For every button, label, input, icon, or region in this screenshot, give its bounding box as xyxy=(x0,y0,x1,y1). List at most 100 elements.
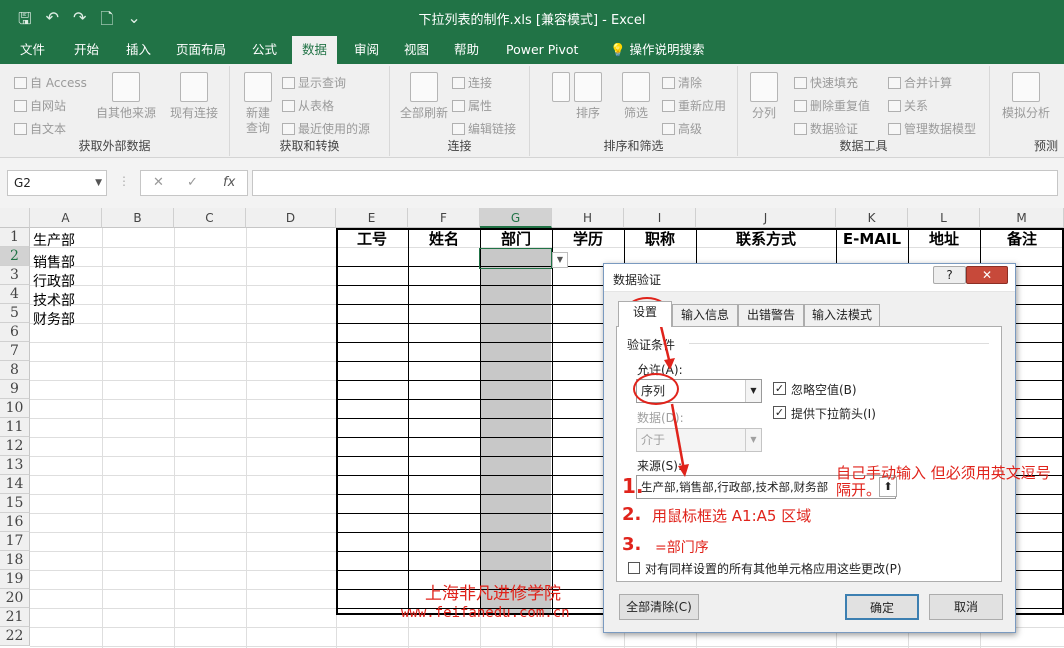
tab-settings[interactable]: 设置 xyxy=(618,301,672,327)
annotation-step3: 3. xyxy=(622,534,642,555)
tab-page-layout[interactable]: 页面布局 xyxy=(166,36,236,64)
active-cell-g2[interactable] xyxy=(479,248,552,269)
from-access-button[interactable]: 自 Access xyxy=(14,74,87,91)
formula-input[interactable] xyxy=(252,170,1058,196)
row-header-5[interactable]: 5 xyxy=(0,304,30,323)
new-query-button[interactable]: 新建 查询 xyxy=(232,72,284,136)
existing-connections-button[interactable]: 现有连接 xyxy=(162,72,226,121)
row-header-3[interactable]: 3 xyxy=(0,266,30,285)
help-button[interactable]: ? xyxy=(933,266,966,284)
column-header-h[interactable]: H xyxy=(552,208,624,228)
ignore-blank-checkbox[interactable]: ✓ xyxy=(773,382,786,395)
ok-button[interactable]: 确定 xyxy=(845,594,919,620)
name-box[interactable]: G2 ▼ xyxy=(7,170,107,196)
enter-icon[interactable]: ✓ xyxy=(187,175,198,190)
column-header-a[interactable]: A xyxy=(30,208,102,228)
row-header-22[interactable]: 22 xyxy=(0,627,30,646)
manage-data-model-button[interactable]: 管理数据模型 xyxy=(888,120,976,137)
consolidate-button[interactable]: 合并计算 xyxy=(888,74,952,91)
row-header-9[interactable]: 9 xyxy=(0,380,30,399)
column-header-j[interactable]: J xyxy=(696,208,836,228)
cell-a4[interactable]: 技术部 xyxy=(33,290,75,310)
cancel-button[interactable]: 取消 xyxy=(929,594,1003,620)
text-to-columns-button[interactable]: 分列 xyxy=(740,72,788,121)
column-header-e[interactable]: E xyxy=(336,208,408,228)
row-header-8[interactable]: 8 xyxy=(0,361,30,380)
edit-links-button[interactable]: 编辑链接 xyxy=(452,120,516,137)
sort-button[interactable]: 排序 xyxy=(568,72,608,121)
row-header-10[interactable]: 10 xyxy=(0,399,30,418)
column-header-d[interactable]: D xyxy=(246,208,336,228)
show-queries-button[interactable]: 显示查询 xyxy=(282,74,346,91)
cell-a3[interactable]: 行政部 xyxy=(33,271,75,291)
tab-file[interactable]: 文件 xyxy=(10,36,55,64)
dropdown-arrow-checkbox[interactable]: ✓ xyxy=(773,406,786,419)
column-header-k[interactable]: K xyxy=(836,208,908,228)
cell-a2[interactable]: 销售部 xyxy=(33,252,75,272)
chevron-down-icon[interactable]: ▼ xyxy=(745,380,761,402)
from-text-button[interactable]: 自文本 xyxy=(14,120,66,137)
tab-formulas[interactable]: 公式 xyxy=(242,36,287,64)
from-table-button[interactable]: 从表格 xyxy=(282,97,334,114)
tab-view[interactable]: 视图 xyxy=(394,36,439,64)
insert-function-icon[interactable]: fx xyxy=(223,175,235,190)
tab-ime-mode[interactable]: 输入法模式 xyxy=(804,304,880,326)
tab-review[interactable]: 审阅 xyxy=(344,36,389,64)
tab-error-alert[interactable]: 出错警告 xyxy=(738,304,804,326)
from-other-sources-button[interactable]: 自其他来源 xyxy=(94,72,158,121)
tell-me-search[interactable]: 💡 操作说明搜索 xyxy=(600,36,715,64)
tab-insert[interactable]: 插入 xyxy=(116,36,161,64)
chevron-down-icon[interactable]: ▼ xyxy=(552,252,568,268)
column-header-c[interactable]: C xyxy=(174,208,246,228)
column-header-f[interactable]: F xyxy=(408,208,480,228)
reapply-button[interactable]: 重新应用 xyxy=(662,97,726,114)
what-if-analysis-button[interactable]: 模拟分析 xyxy=(994,72,1058,121)
row-header-17[interactable]: 17 xyxy=(0,532,30,551)
row-header-15[interactable]: 15 xyxy=(0,494,30,513)
row-header-18[interactable]: 18 xyxy=(0,551,30,570)
data-validation-button[interactable]: 数据验证 xyxy=(794,120,858,137)
row-header-21[interactable]: 21 xyxy=(0,608,30,627)
row-header-20[interactable]: 20 xyxy=(0,589,30,608)
cell-a1[interactable]: 生产部 xyxy=(33,230,75,250)
select-all-corner[interactable] xyxy=(0,208,30,228)
clear-filter-button[interactable]: 清除 xyxy=(662,74,702,91)
chevron-down-icon[interactable]: ▼ xyxy=(95,171,102,195)
row-header-16[interactable]: 16 xyxy=(0,513,30,532)
row-header-13[interactable]: 13 xyxy=(0,456,30,475)
tab-power-pivot[interactable]: Power Pivot xyxy=(496,36,588,64)
cell-a5[interactable]: 财务部 xyxy=(33,309,75,329)
row-header-11[interactable]: 11 xyxy=(0,418,30,437)
close-button[interactable]: ✕ xyxy=(966,266,1008,284)
column-header-g[interactable]: G xyxy=(480,208,552,228)
clear-all-button[interactable]: 全部清除(C) xyxy=(619,594,699,620)
column-header-l[interactable]: L xyxy=(908,208,980,228)
row-header-7[interactable]: 7 xyxy=(0,342,30,361)
apply-all-checkbox[interactable] xyxy=(628,562,640,574)
filter-button[interactable]: 筛选 xyxy=(616,72,656,121)
column-header-i[interactable]: I xyxy=(624,208,696,228)
row-header-1[interactable]: 1 xyxy=(0,228,30,247)
properties-button[interactable]: 属性 xyxy=(452,97,492,114)
row-header-14[interactable]: 14 xyxy=(0,475,30,494)
tab-home[interactable]: 开始 xyxy=(64,36,109,64)
remove-duplicates-button[interactable]: 删除重复值 xyxy=(794,97,870,114)
column-header-b[interactable]: B xyxy=(102,208,174,228)
flash-fill-button[interactable]: 快速填充 xyxy=(794,74,858,91)
tab-input-message[interactable]: 输入信息 xyxy=(672,304,738,326)
advanced-filter-button[interactable]: 高级 xyxy=(662,120,702,137)
tab-help[interactable]: 帮助 xyxy=(444,36,489,64)
refresh-all-button[interactable]: 全部刷新 xyxy=(392,72,456,121)
column-header-m[interactable]: M xyxy=(980,208,1064,228)
relationships-button[interactable]: 关系 xyxy=(888,97,928,114)
row-header-19[interactable]: 19 xyxy=(0,570,30,589)
cancel-icon[interactable]: ✕ xyxy=(153,175,164,190)
from-web-button[interactable]: 自网站 xyxy=(14,97,66,114)
row-header-12[interactable]: 12 xyxy=(0,437,30,456)
row-header-4[interactable]: 4 xyxy=(0,285,30,304)
tab-data[interactable]: 数据 xyxy=(292,36,338,64)
row-header-2[interactable]: 2 xyxy=(0,247,30,266)
recent-sources-button[interactable]: 最近使用的源 xyxy=(282,120,370,137)
connections-button[interactable]: 连接 xyxy=(452,74,492,91)
row-header-6[interactable]: 6 xyxy=(0,323,30,342)
